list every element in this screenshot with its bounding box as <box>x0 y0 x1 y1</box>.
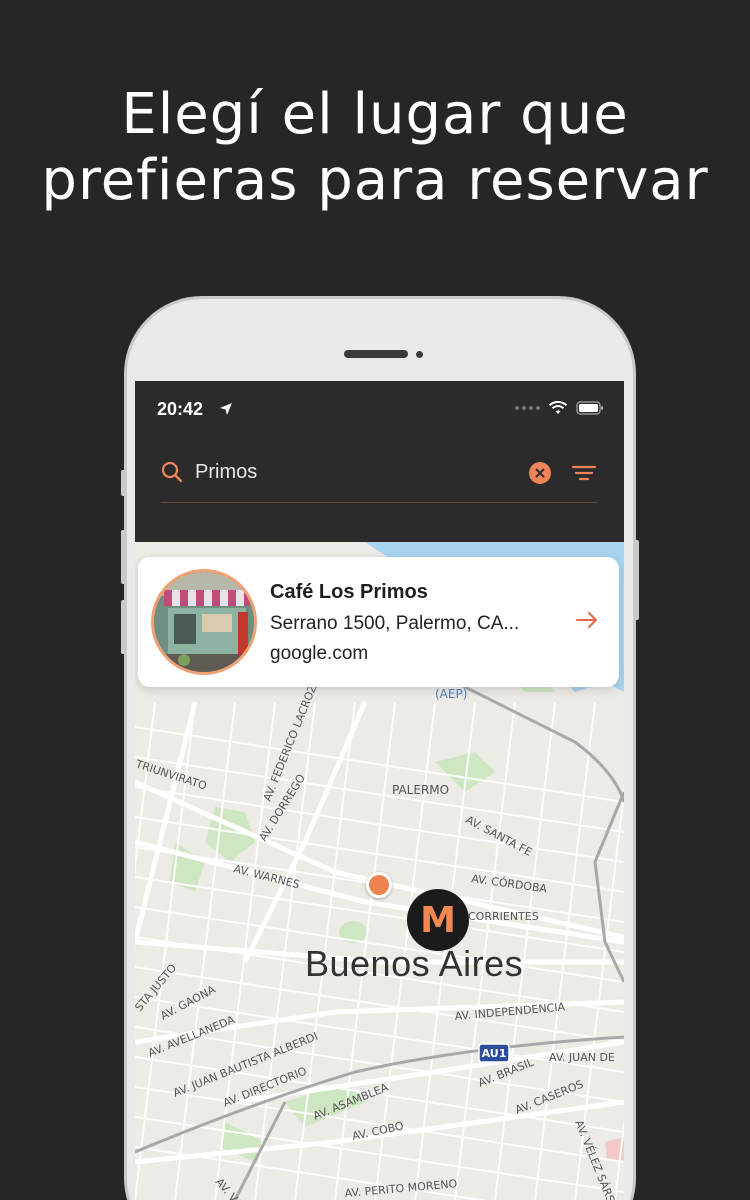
close-icon <box>535 468 545 478</box>
headline-line-1: Elegí el lugar que <box>121 82 629 147</box>
clear-search-button[interactable] <box>529 462 551 484</box>
phone-power-button <box>634 540 639 620</box>
current-location-pin[interactable] <box>366 872 392 898</box>
battery-icon <box>576 401 603 415</box>
signal-icon <box>515 406 540 410</box>
map-label-aep: (AEP) <box>435 687 467 701</box>
phone-speaker <box>344 350 408 358</box>
phone-camera <box>416 351 423 358</box>
au1-highway-badge: AU1 <box>478 1043 510 1063</box>
phone-side-button <box>121 470 126 496</box>
status-time: 20:42 <box>157 399 204 419</box>
restaurant-photo <box>151 569 257 675</box>
filter-icon[interactable] <box>571 462 597 484</box>
map-label-corrientes: CORRIENTES <box>468 910 539 923</box>
phone-volume-down-button <box>121 600 126 654</box>
status-bar: 20:42 <box>135 381 624 439</box>
search-input[interactable]: Primos <box>195 461 257 484</box>
arrow-right-icon[interactable] <box>576 611 598 629</box>
result-address: Serrano 1500, Palermo, CA... <box>270 613 520 634</box>
search-bar: Primos <box>135 439 624 542</box>
result-name: Café Los Primos <box>270 581 428 603</box>
phone-volume-up-button <box>121 530 126 584</box>
search-result-card[interactable]: Café Los Primos Serrano 1500, Palermo, C… <box>138 557 619 687</box>
status-icons <box>515 401 604 415</box>
promo-headline: Elegí el lugar que prefieras para reserv… <box>0 82 750 214</box>
map-label-palermo: PALERMO <box>392 783 449 797</box>
restaurant-marker[interactable]: M <box>407 889 469 951</box>
result-source: google.com <box>270 643 369 664</box>
wifi-icon <box>548 401 568 414</box>
map-label-juan-de: AV. JUAN DE <box>549 1051 615 1064</box>
svg-text:AU1: AU1 <box>482 1047 507 1060</box>
brand-marker-letter: M <box>420 899 456 941</box>
app-screen: (AEP) PALERMO AV. SANTA FE AV. CÓRDOBA C… <box>135 381 624 1200</box>
headline-line-2: prefieras para reservar <box>41 148 709 213</box>
city-label: Buenos Aires <box>305 943 524 984</box>
search-divider <box>161 502 598 503</box>
search-icon <box>161 461 183 483</box>
location-arrow-icon <box>220 403 232 415</box>
